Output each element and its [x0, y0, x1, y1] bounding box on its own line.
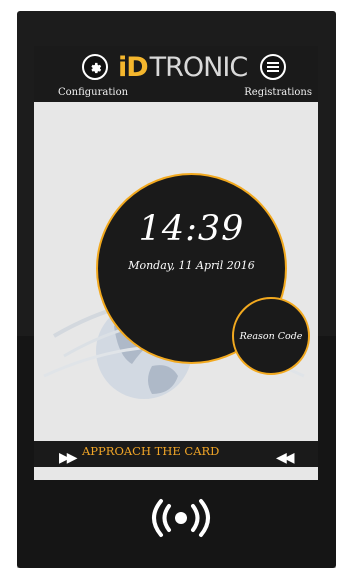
- reason-code-button[interactable]: Reason Code: [232, 297, 310, 375]
- screen: iD TRONIC Configuration Registrations 14…: [34, 46, 318, 480]
- left-arrows-icon: ▶▶: [59, 450, 77, 466]
- logo-id-text: iD: [118, 51, 149, 83]
- idtronic-logo: iD TRONIC: [118, 51, 249, 83]
- registrations-label[interactable]: Registrations: [244, 87, 312, 98]
- clock-time: 14:39: [138, 209, 245, 249]
- top-bar: iD TRONIC Configuration Registrations: [34, 46, 318, 102]
- menu-icon: [267, 62, 279, 72]
- reason-code-label: Reason Code: [239, 330, 303, 342]
- clock-date: Monday, 11 April 2016: [128, 259, 255, 272]
- configuration-button[interactable]: [82, 54, 108, 80]
- logo-tronic-text: TRONIC: [149, 51, 249, 83]
- registrations-button[interactable]: [260, 54, 286, 80]
- gear-icon: [91, 62, 102, 74]
- right-arrows-icon: ◀◀: [276, 450, 294, 466]
- nfc-icon: [152, 499, 210, 537]
- approach-card-message: APPROACH THE CARD: [82, 444, 220, 458]
- configuration-label[interactable]: Configuration: [58, 87, 128, 98]
